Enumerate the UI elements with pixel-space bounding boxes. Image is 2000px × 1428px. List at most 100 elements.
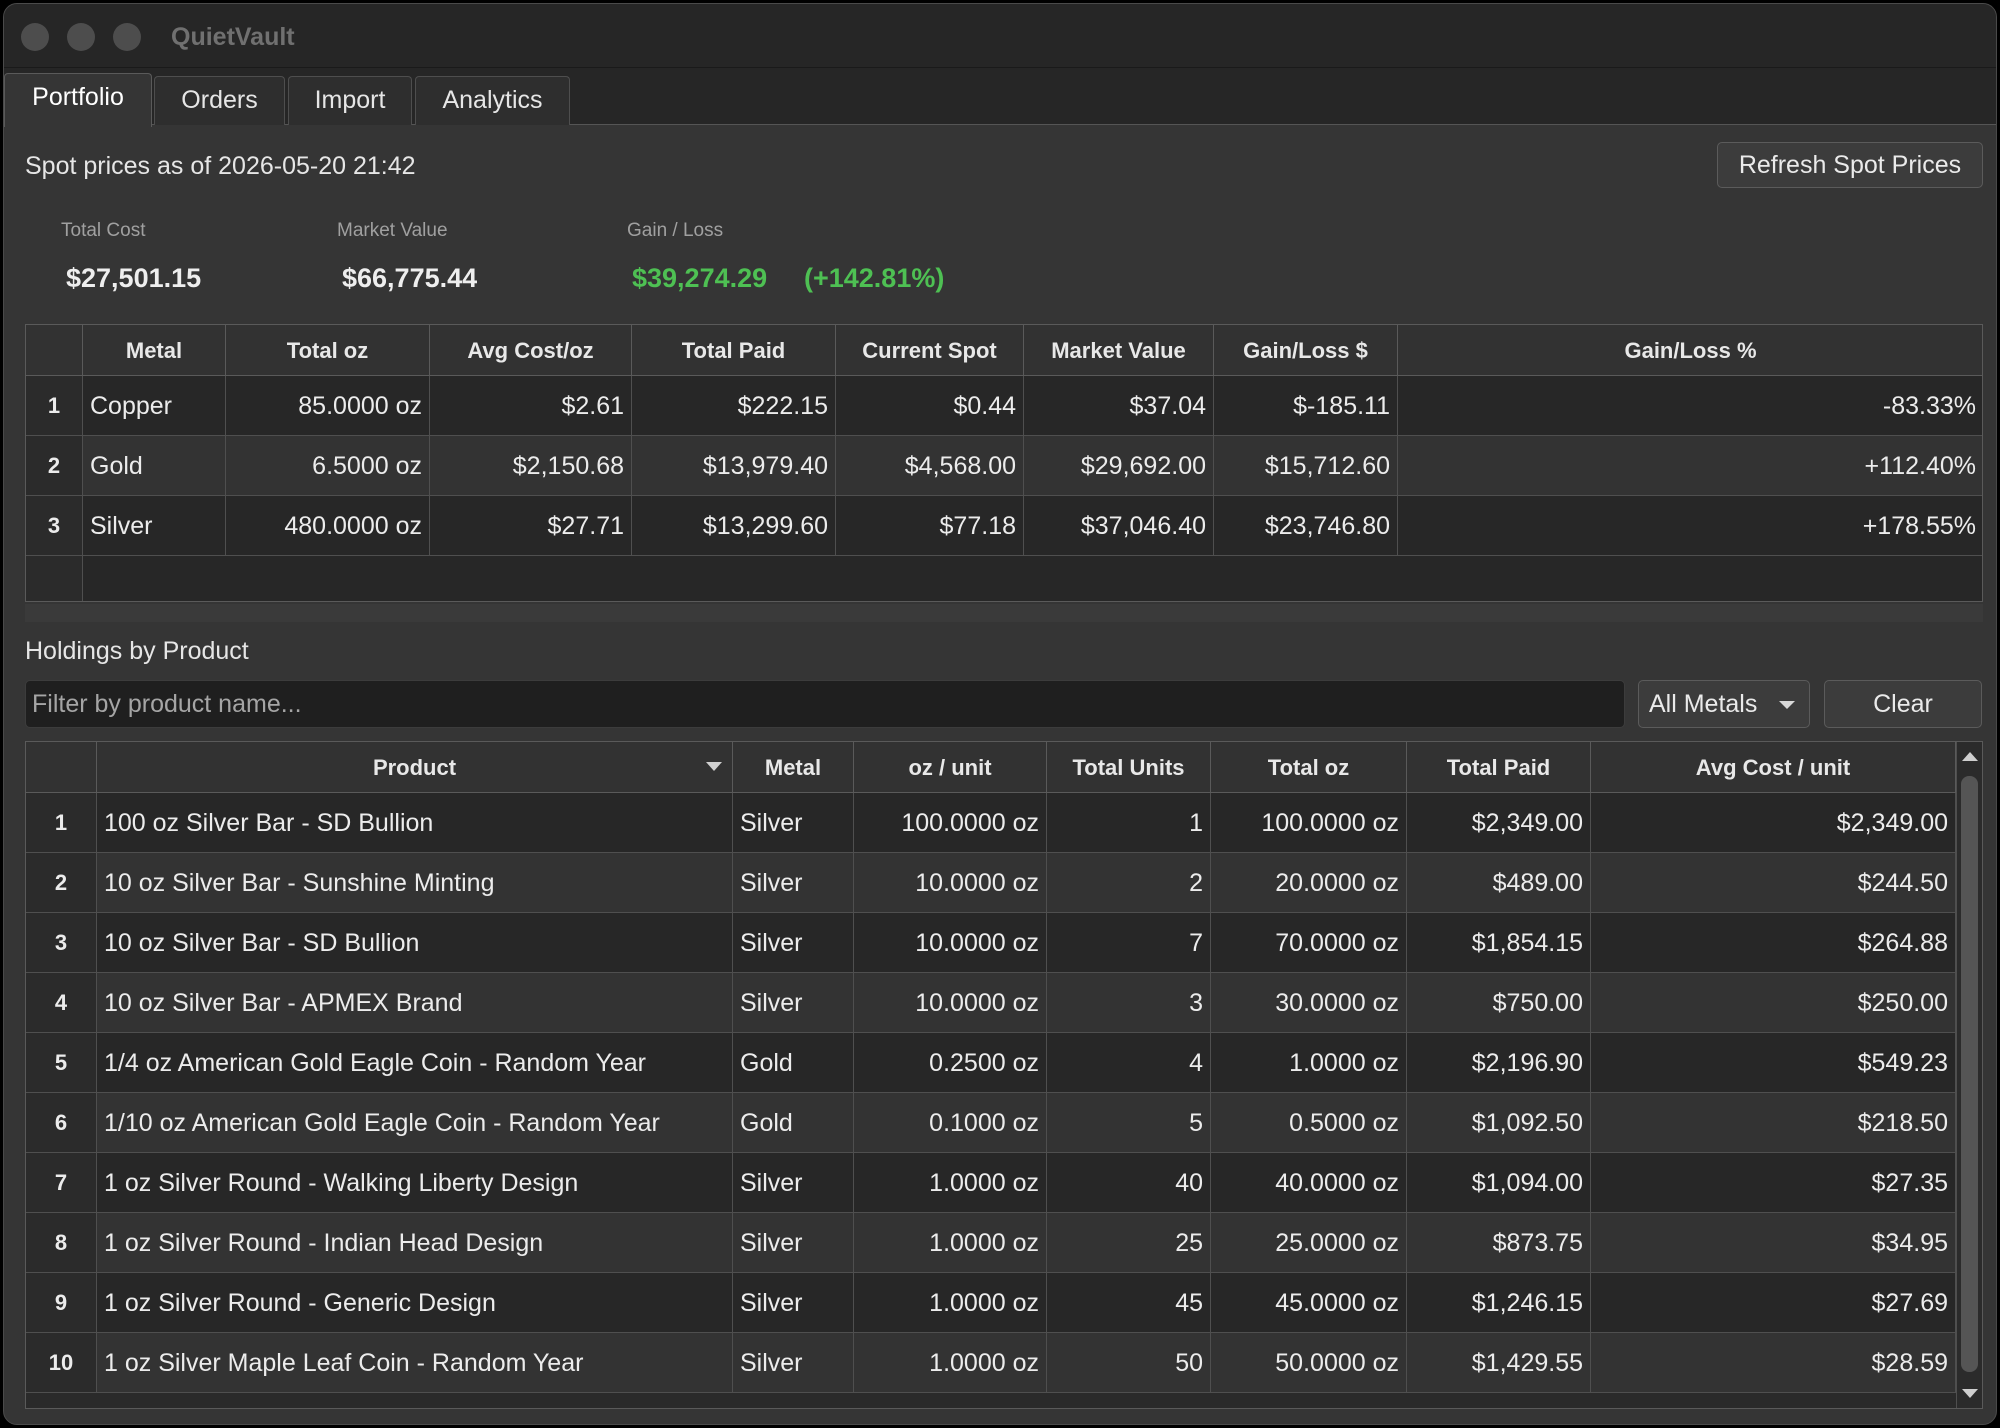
row-number-header xyxy=(26,325,83,376)
oz-unit-cell: 0.2500 oz xyxy=(854,1033,1047,1093)
column-header-total-paid[interactable]: Total Paid xyxy=(632,325,836,376)
gain-loss-label: Gain / Loss xyxy=(627,220,724,241)
column-header-avg-cost-unit[interactable]: Avg Cost / unit xyxy=(1591,742,1956,793)
row-number: 4 xyxy=(26,973,97,1033)
table-row[interactable]: 71 oz Silver Round - Walking Liberty Des… xyxy=(26,1153,1956,1213)
total-units-cell: 25 xyxy=(1047,1213,1211,1273)
table-row[interactable]: 10 1 oz Silver Maple Leaf Coin - Random Y… xyxy=(26,1333,1956,1393)
table-row[interactable]: 3 10 oz Silver Bar - SD Bullion Silver 10.0… xyxy=(26,913,1956,973)
minimize-window-button[interactable] xyxy=(67,23,95,51)
total-cost-label: Total Cost xyxy=(61,220,146,241)
table-row[interactable]: 81 oz Silver Round - Indian Head Design S… xyxy=(26,1213,1956,1273)
gain-loss-cell: $15,712.60 xyxy=(1214,436,1398,496)
column-header-gain-loss-dollar[interactable]: Gain/Loss $ xyxy=(1214,325,1398,376)
holdings-table: Product Metal oz / unit Total Units Tota… xyxy=(25,741,1983,1409)
refresh-spot-prices-button[interactable]: Refresh Spot Prices xyxy=(1717,142,1983,188)
table-row[interactable]: 91 oz Silver Round - Generic Design Silve… xyxy=(26,1273,1956,1333)
scrollbar-thumb[interactable] xyxy=(1961,776,1978,1372)
empty-row-header xyxy=(26,556,83,601)
column-header-total-paid[interactable]: Total Paid xyxy=(1407,742,1591,793)
scroll-up-arrow-icon[interactable] xyxy=(1962,752,1978,761)
metal-cell: Silver xyxy=(733,853,854,913)
total-paid-cell: $873.75 xyxy=(1407,1213,1591,1273)
tab-analytics[interactable]: Analytics xyxy=(415,76,570,125)
market-value-cell: $29,692.00 xyxy=(1024,436,1214,496)
tab-orders[interactable]: Orders xyxy=(154,76,285,125)
row-number: 10 xyxy=(26,1333,97,1393)
table-row[interactable]: 4 10 oz Silver Bar - APMEX Brand Silver 10.… xyxy=(26,973,1956,1033)
product-cell: 10 oz Silver Bar - Sunshine Minting xyxy=(97,853,733,913)
gain-loss-percent-cell: +178.55% xyxy=(1398,496,1982,556)
column-header-metal[interactable]: Metal xyxy=(733,742,854,793)
oz-unit-cell: 10.0000 oz xyxy=(854,973,1047,1033)
table-row[interactable]: 6 1/10 oz American Gold Eagle Coin - Rand… xyxy=(26,1093,1956,1153)
column-header-product[interactable]: Product xyxy=(97,742,733,793)
row-number: 7 xyxy=(26,1153,97,1213)
table-row[interactable]: 2 Gold 6.5000 oz $2,150.68 $13,979.40 $4,568.… xyxy=(26,436,1982,496)
column-header-metal[interactable]: Metal xyxy=(83,325,226,376)
metal-cell: Silver xyxy=(733,913,854,973)
total-oz-cell: 1.0000 oz xyxy=(1211,1033,1407,1093)
column-header-total-oz[interactable]: Total oz xyxy=(1211,742,1407,793)
gain-loss-percent: (+142.81%) xyxy=(804,263,945,293)
row-number: 8 xyxy=(26,1213,97,1273)
oz-unit-cell: 10.0000 oz xyxy=(854,853,1047,913)
total-paid-cell: $13,299.60 xyxy=(632,496,836,556)
avg-cost-unit-cell: $244.50 xyxy=(1591,853,1956,913)
close-window-button[interactable] xyxy=(21,23,49,51)
table-row[interactable]: 3 Silver 480.0000 oz $27.71 $13,299.60 $77.18… xyxy=(26,496,1982,556)
metal-cell: Copper xyxy=(83,376,226,436)
column-header-oz-unit[interactable]: oz / unit xyxy=(854,742,1047,793)
oz-unit-cell: 100.0000 oz xyxy=(854,793,1047,853)
app-window: QuietVault Portfolio Orders Import Analy… xyxy=(3,3,1997,1425)
current-spot-cell: $0.44 xyxy=(836,376,1024,436)
column-header-avg-cost-oz[interactable]: Avg Cost/oz xyxy=(430,325,632,376)
table-row[interactable]: 5 1/4 oz American Gold Eagle Coin - Rando… xyxy=(26,1033,1956,1093)
column-header-gain-loss-percent[interactable]: Gain/Loss % xyxy=(1398,325,1982,376)
zoom-window-button[interactable] xyxy=(113,23,141,51)
row-number: 3 xyxy=(26,913,97,973)
total-oz-cell: 70.0000 oz xyxy=(1211,913,1407,973)
gain-loss-percent-cell: +112.40% xyxy=(1398,436,1982,496)
product-cell: 100 oz Silver Bar - SD Bullion xyxy=(97,793,733,853)
column-header-total-units[interactable]: Total Units xyxy=(1047,742,1211,793)
tab-import[interactable]: Import xyxy=(288,76,412,125)
avg-cost-cell: $2,150.68 xyxy=(430,436,632,496)
table-row[interactable]: 1 100 oz Silver Bar - SD Bullion Silver 100… xyxy=(26,793,1956,853)
total-units-cell: 3 xyxy=(1047,973,1211,1033)
metal-filter-dropdown[interactable]: All Metals xyxy=(1638,680,1810,728)
total-paid-cell: $1,094.00 xyxy=(1407,1153,1591,1213)
total-paid-cell: $489.00 xyxy=(1407,853,1591,913)
table-row[interactable]: 1 Copper 85.0000 oz $2.61 $222.15 $0.44 $37.04… xyxy=(26,376,1982,436)
oz-unit-cell: 1.0000 oz xyxy=(854,1273,1047,1333)
sort-descending-icon[interactable] xyxy=(706,762,722,771)
clear-filter-button[interactable]: Clear xyxy=(1824,680,1982,728)
avg-cost-unit-cell: $250.00 xyxy=(1591,973,1956,1033)
avg-cost-cell: $2.61 xyxy=(430,376,632,436)
oz-unit-cell: 0.1000 oz xyxy=(854,1093,1047,1153)
oz-unit-cell: 1.0000 oz xyxy=(854,1333,1047,1393)
scroll-down-arrow-icon[interactable] xyxy=(1962,1389,1978,1398)
metal-cell: Silver xyxy=(733,1273,854,1333)
product-filter-input[interactable] xyxy=(25,680,1625,728)
total-oz-cell: 25.0000 oz xyxy=(1211,1213,1407,1273)
gain-loss-percent-cell: -83.33% xyxy=(1398,376,1982,436)
column-header-market-value[interactable]: Market Value xyxy=(1024,325,1214,376)
total-units-cell: 50 xyxy=(1047,1333,1211,1393)
product-cell: 10 oz Silver Bar - APMEX Brand xyxy=(97,973,733,1033)
metal-cell: Silver xyxy=(733,1213,854,1273)
metals-summary-table: Metal Total oz Avg Cost/oz Total Paid Cu… xyxy=(25,324,1983,602)
total-units-cell: 7 xyxy=(1047,913,1211,973)
gain-loss-cell: $-185.11 xyxy=(1214,376,1398,436)
column-header-total-oz[interactable]: Total oz xyxy=(226,325,430,376)
vertical-scrollbar[interactable] xyxy=(1956,742,1982,1408)
column-header-current-spot[interactable]: Current Spot xyxy=(836,325,1024,376)
row-number: 1 xyxy=(26,376,83,436)
horizontal-scrollbar[interactable] xyxy=(25,604,1983,622)
market-value-cell: $37.04 xyxy=(1024,376,1214,436)
table-row[interactable]: 2 10 oz Silver Bar - Sunshine Minting Silv… xyxy=(26,853,1956,913)
row-number-header xyxy=(26,742,97,793)
title-bar: QuietVault xyxy=(4,4,1996,68)
tab-portfolio[interactable]: Portfolio xyxy=(4,73,152,127)
total-oz-cell: 20.0000 oz xyxy=(1211,853,1407,913)
